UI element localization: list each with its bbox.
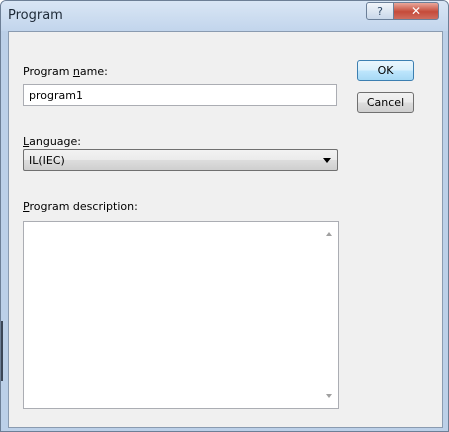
cancel-button[interactable]: Cancel (357, 92, 414, 113)
program-name-label: Program name: (23, 65, 108, 78)
language-select-value: IL(IEC) (29, 154, 65, 167)
close-button[interactable]: ✕ (393, 2, 439, 20)
dialog-content: Program name: program1 Language: IL(IEC)… (8, 31, 443, 428)
title-bar[interactable]: Program ? ✕ (1, 1, 448, 31)
window-edge-accent (1, 321, 3, 381)
program-dialog: Program ? ✕ Program name: program1 Langu… (0, 0, 449, 432)
scroll-down-icon[interactable] (326, 394, 332, 398)
help-button[interactable]: ? (366, 2, 394, 20)
window-title: Program (8, 8, 63, 23)
language-label: Language: (23, 135, 82, 148)
description-scrollbar[interactable] (321, 222, 338, 408)
scroll-up-icon[interactable] (326, 232, 332, 236)
close-icon: ✕ (410, 4, 422, 18)
ok-button[interactable]: OK (357, 60, 414, 81)
program-description-textarea[interactable] (23, 221, 339, 409)
chevron-down-icon (323, 158, 331, 163)
language-select[interactable]: IL(IEC) (23, 149, 338, 171)
question-icon: ? (377, 4, 383, 18)
program-name-input[interactable]: program1 (23, 84, 337, 106)
program-description-label: Program description: (23, 200, 138, 213)
